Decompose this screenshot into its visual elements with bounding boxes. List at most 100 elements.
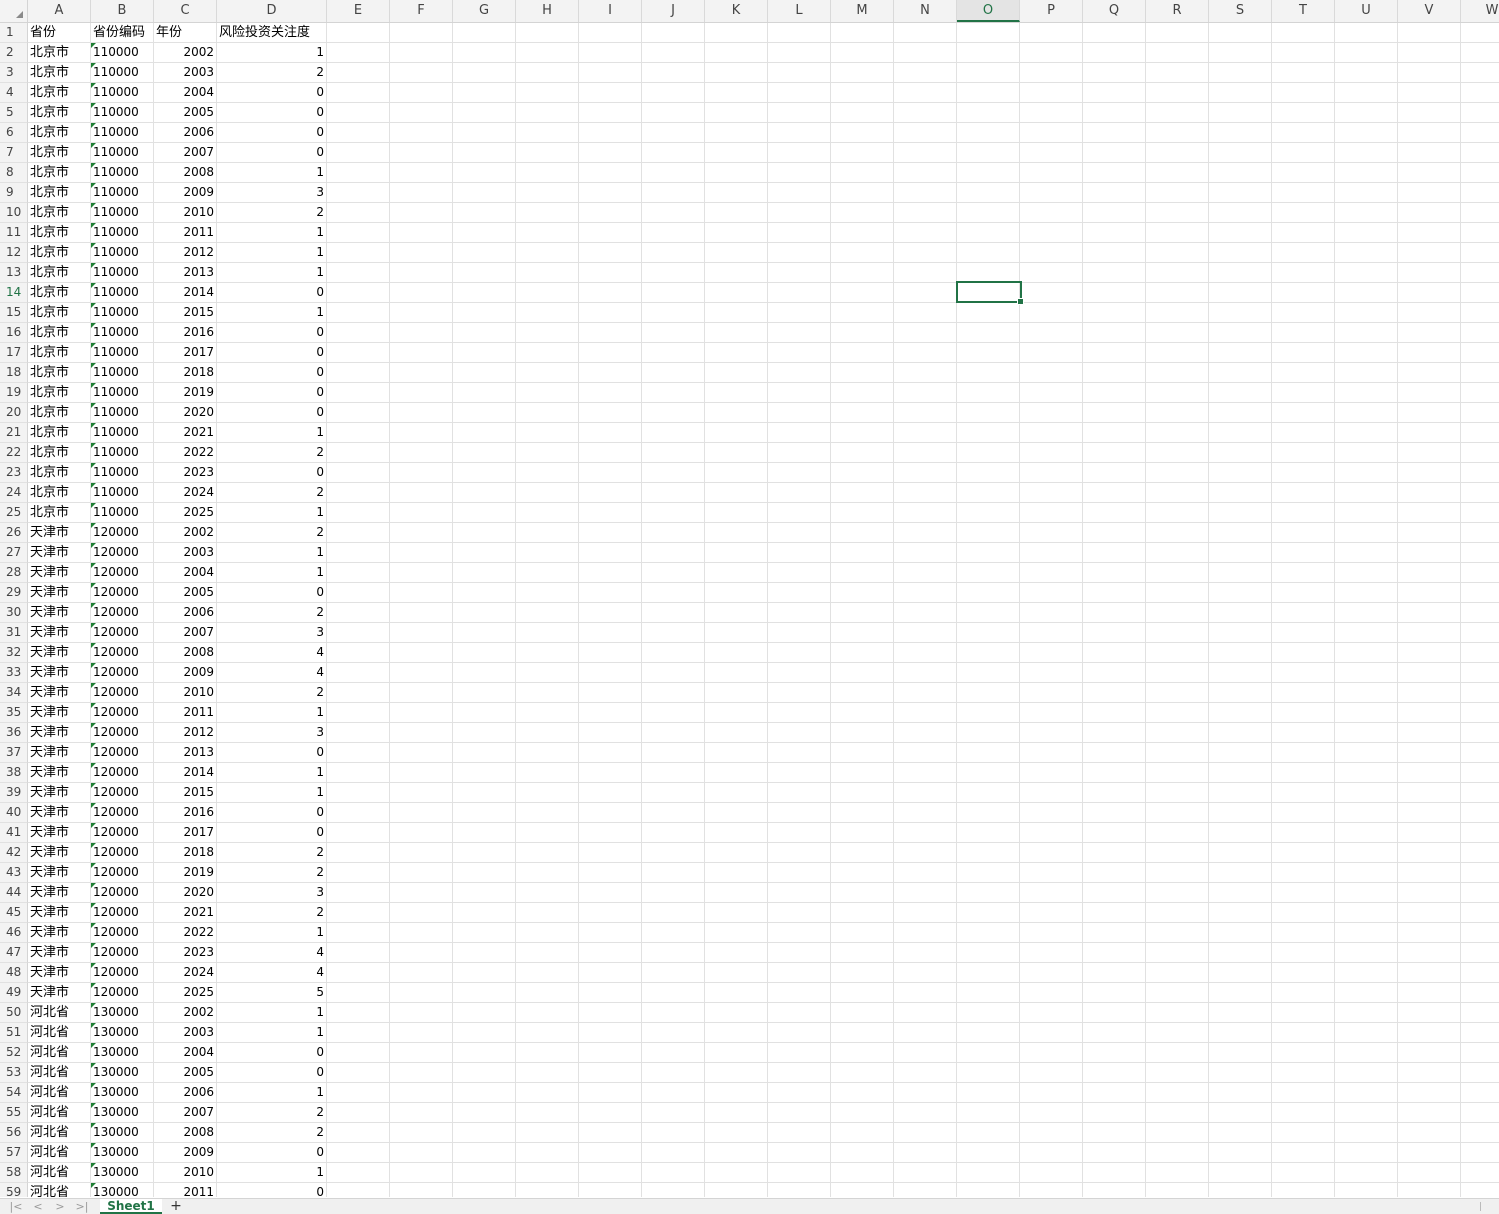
row-header[interactable]: 53 bbox=[0, 1063, 28, 1083]
row-header[interactable]: 18 bbox=[0, 363, 28, 383]
cell-empty[interactable] bbox=[894, 443, 957, 463]
cell-empty[interactable] bbox=[1146, 323, 1209, 343]
cell-empty[interactable] bbox=[1083, 703, 1146, 723]
cell-empty[interactable] bbox=[579, 903, 642, 923]
cell-empty[interactable] bbox=[1020, 483, 1083, 503]
cell-empty[interactable] bbox=[957, 1103, 1020, 1123]
cell-province[interactable]: 北京市 bbox=[28, 163, 91, 183]
cell-empty[interactable] bbox=[579, 83, 642, 103]
cell-province-code[interactable]: 120000 bbox=[91, 703, 154, 723]
cell-empty[interactable] bbox=[894, 43, 957, 63]
cell-empty[interactable] bbox=[579, 223, 642, 243]
cell-empty[interactable] bbox=[516, 1163, 579, 1183]
cell-empty[interactable] bbox=[1146, 443, 1209, 463]
row-header[interactable]: 17 bbox=[0, 343, 28, 363]
row-header[interactable]: 35 bbox=[0, 703, 28, 723]
cell-province[interactable]: 河北省 bbox=[28, 1163, 91, 1183]
cell-empty[interactable] bbox=[1083, 343, 1146, 363]
cell-vc-attention[interactable]: 0 bbox=[217, 383, 327, 403]
cell-empty[interactable] bbox=[1020, 643, 1083, 663]
cell-empty[interactable] bbox=[1461, 1103, 1499, 1123]
cell-empty[interactable] bbox=[642, 903, 705, 923]
cell-empty[interactable] bbox=[1020, 883, 1083, 903]
row-header[interactable]: 58 bbox=[0, 1163, 28, 1183]
cell-empty[interactable] bbox=[1398, 543, 1461, 563]
cell-empty[interactable] bbox=[579, 803, 642, 823]
cell-empty[interactable] bbox=[1398, 323, 1461, 343]
cell-empty[interactable] bbox=[579, 623, 642, 643]
column-header-j[interactable]: J bbox=[642, 0, 705, 22]
cell-empty[interactable] bbox=[453, 503, 516, 523]
cell-vc-attention[interactable]: 1 bbox=[217, 223, 327, 243]
cell-empty[interactable] bbox=[1083, 843, 1146, 863]
cell-empty[interactable] bbox=[1272, 1063, 1335, 1083]
cell-empty[interactable] bbox=[1083, 1143, 1146, 1163]
cell-empty[interactable] bbox=[1146, 223, 1209, 243]
cell-empty[interactable] bbox=[705, 783, 768, 803]
cell-empty[interactable] bbox=[1209, 543, 1272, 563]
cell-empty[interactable] bbox=[831, 403, 894, 423]
row-header[interactable]: 6 bbox=[0, 123, 28, 143]
cell-empty[interactable] bbox=[831, 23, 894, 43]
cell-empty[interactable] bbox=[1398, 723, 1461, 743]
cell-empty[interactable] bbox=[1083, 23, 1146, 43]
cell-empty[interactable] bbox=[768, 423, 831, 443]
cell-year[interactable]: 2022 bbox=[154, 923, 217, 943]
row-header[interactable]: 40 bbox=[0, 803, 28, 823]
cell-empty[interactable] bbox=[894, 743, 957, 763]
cell-empty[interactable] bbox=[390, 203, 453, 223]
cell-empty[interactable] bbox=[1335, 223, 1398, 243]
cell-year[interactable]: 2004 bbox=[154, 563, 217, 583]
cell-province-code[interactable]: 110000 bbox=[91, 283, 154, 303]
cell-empty[interactable] bbox=[327, 923, 390, 943]
cell-province[interactable]: 河北省 bbox=[28, 1123, 91, 1143]
cell-empty[interactable] bbox=[1083, 1063, 1146, 1083]
cell-year[interactable]: 2008 bbox=[154, 163, 217, 183]
cell-empty[interactable] bbox=[768, 1063, 831, 1083]
cell-empty[interactable] bbox=[453, 1143, 516, 1163]
cell-province[interactable]: 天津市 bbox=[28, 563, 91, 583]
cell-empty[interactable] bbox=[1272, 903, 1335, 923]
cell-empty[interactable] bbox=[957, 523, 1020, 543]
cell-empty[interactable] bbox=[1083, 163, 1146, 183]
cell-province-code[interactable]: 130000 bbox=[91, 1183, 154, 1197]
cell-empty[interactable] bbox=[1272, 423, 1335, 443]
cell-empty[interactable] bbox=[453, 763, 516, 783]
column-header-o[interactable]: O bbox=[957, 0, 1020, 22]
cell-empty[interactable] bbox=[1209, 823, 1272, 843]
cell-empty[interactable] bbox=[894, 1043, 957, 1063]
cell-empty[interactable] bbox=[705, 903, 768, 923]
cell-empty[interactable] bbox=[831, 463, 894, 483]
cell-empty[interactable] bbox=[957, 203, 1020, 223]
cell-empty[interactable] bbox=[516, 963, 579, 983]
last-sheet-icon[interactable]: >| bbox=[72, 1199, 92, 1214]
cell-empty[interactable] bbox=[516, 403, 579, 423]
cell-empty[interactable] bbox=[1020, 763, 1083, 783]
cell-province[interactable]: 天津市 bbox=[28, 863, 91, 883]
cell-empty[interactable] bbox=[453, 863, 516, 883]
cell-empty[interactable] bbox=[516, 223, 579, 243]
cell-empty[interactable] bbox=[1272, 803, 1335, 823]
cell-empty[interactable] bbox=[1020, 603, 1083, 623]
cell-province-code[interactable]: 130000 bbox=[91, 1083, 154, 1103]
cell-empty[interactable] bbox=[1083, 203, 1146, 223]
cell-empty[interactable] bbox=[705, 863, 768, 883]
cell-empty[interactable] bbox=[642, 1083, 705, 1103]
cell-vc-attention[interactable]: 1 bbox=[217, 763, 327, 783]
cell-empty[interactable] bbox=[957, 823, 1020, 843]
cell-empty[interactable] bbox=[831, 103, 894, 123]
cell-empty[interactable] bbox=[1146, 723, 1209, 743]
cell-empty[interactable] bbox=[1020, 263, 1083, 283]
cell-empty[interactable] bbox=[1020, 623, 1083, 643]
cell-empty[interactable] bbox=[327, 343, 390, 363]
cell-empty[interactable] bbox=[705, 743, 768, 763]
cell-empty[interactable] bbox=[1398, 1183, 1461, 1197]
cell-province-code[interactable]: 110000 bbox=[91, 63, 154, 83]
cell-vc-attention[interactable]: 0 bbox=[217, 143, 327, 163]
cell-empty[interactable] bbox=[1398, 183, 1461, 203]
cell-empty[interactable] bbox=[705, 303, 768, 323]
cell-empty[interactable] bbox=[1209, 1163, 1272, 1183]
row-header[interactable]: 38 bbox=[0, 763, 28, 783]
cell-vc-attention[interactable]: 4 bbox=[217, 963, 327, 983]
cell-empty[interactable] bbox=[1335, 303, 1398, 323]
